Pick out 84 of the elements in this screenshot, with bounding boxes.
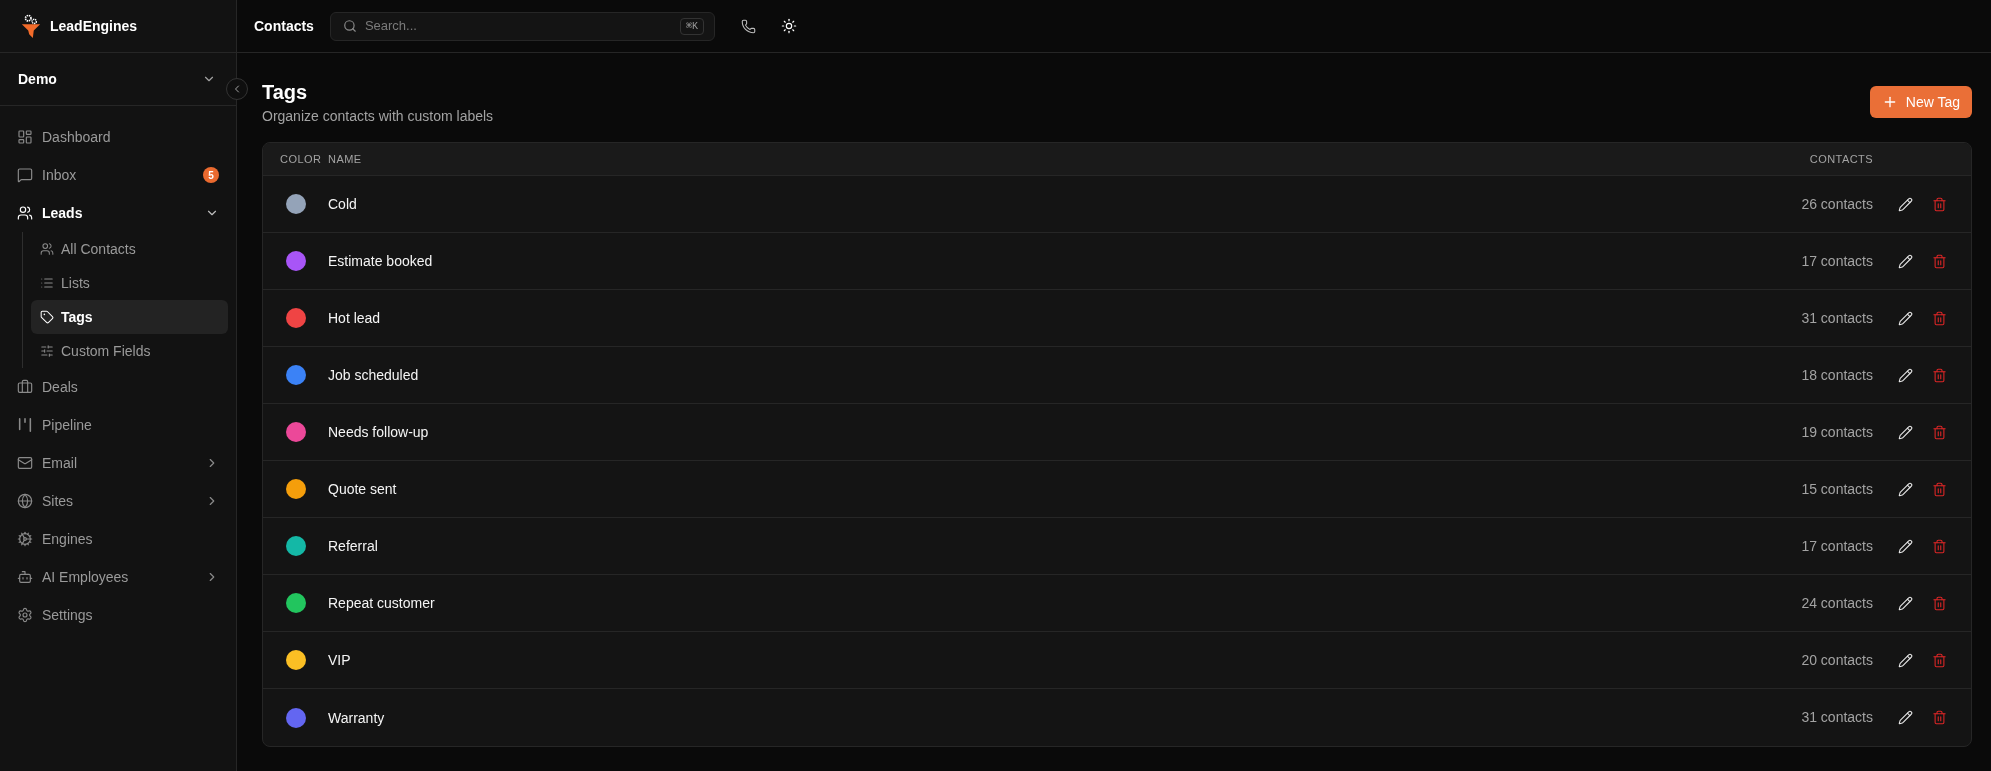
tag-name: Referral [328,538,378,554]
page-section-title: Contacts [254,16,314,36]
trash-icon [1931,310,1947,326]
pencil-icon [1897,481,1913,497]
tag-name: Estimate booked [328,253,433,269]
sidebar-subitem[interactable]: All Contacts [31,232,228,266]
sidebar-item[interactable]: Engines [8,520,228,558]
pencil-icon [1897,595,1913,611]
robot-icon [17,569,33,585]
contact-count: 18 contacts [1801,365,1873,385]
settings-icon [17,607,33,623]
pencil-icon [1897,367,1913,383]
envelope-icon [17,455,33,471]
search-icon [342,19,357,33]
contact-count: 31 contacts [1801,708,1873,727]
tag-name: Hot lead [328,310,381,326]
sidebar-item[interactable]: AI Employees [8,558,228,596]
users-icon [40,242,54,256]
trash-icon [1931,424,1947,440]
column-header: CONTACTS [1809,151,1873,167]
shortcut-key: ⌘K [679,17,704,35]
trash-icon [1931,538,1947,554]
tag-name: Needs follow-up [328,424,429,440]
contact-count: 26 contacts [1801,194,1873,214]
sidebar-item[interactable]: Email [8,444,228,482]
trash-icon [1931,652,1947,668]
globe-icon [17,493,33,509]
contact-count: 17 contacts [1801,536,1873,556]
cog-icon [17,531,33,547]
contact-count: 15 contacts [1801,479,1873,499]
search-field[interactable]: Search... ⌘K [329,11,715,41]
sidebar-item[interactable]: Leads [8,194,228,232]
sidebar-item[interactable]: Sites [8,482,228,520]
tag-name: Cold [328,196,357,212]
contact-count: 17 contacts [1801,251,1873,271]
page-title: Tags [262,80,309,105]
trash-icon [1931,595,1947,611]
pencil-icon [1897,424,1913,440]
tag-icon [40,310,54,324]
pencil-icon [1897,253,1913,269]
collapse-sidebar-button[interactable] [226,78,248,100]
trash-icon [1931,253,1947,269]
trash-icon [1931,481,1947,497]
contact-count: 24 contacts [1801,593,1873,613]
trash-icon [1931,367,1947,383]
page-subtitle: Organize contacts with custom labels [262,107,494,126]
sidebar-item[interactable]: Inbox 5 [8,156,228,194]
unread-count-badge: 5 [203,167,219,183]
tag-name: Job scheduled [328,367,419,383]
phone-icon [741,18,757,34]
users-icon [17,205,33,221]
pencil-icon [1897,538,1913,554]
column-header: COLOR [280,152,322,165]
sidebar-subitem[interactable]: Lists [31,266,228,300]
sidebar-subitem[interactable]: Custom Fields [31,334,228,368]
contact-count: 20 contacts [1801,650,1873,670]
pencil-icon [1897,710,1913,725]
sidebar-item[interactable]: Pipeline [8,406,228,444]
sun-icon [780,18,797,34]
search-input[interactable]: Search... [364,16,672,36]
tag-name: Warranty [328,709,385,726]
pencil-icon [1897,310,1913,326]
pencil-icon [1897,196,1913,212]
sidebar-item[interactable]: Dashboard [8,118,228,156]
pencil-icon [1897,652,1913,668]
grid-icon [17,129,33,145]
contact-count: 19 contacts [1801,422,1873,442]
briefcase-icon [17,379,33,395]
tag-name: Repeat customer [328,595,435,611]
chat-bubble-icon [17,167,33,183]
sliders-icon [40,344,54,358]
list-icon [40,276,54,290]
app-name: LeadEngines [50,16,138,36]
funnel-logo-icon [20,13,42,39]
column-header: NAME [328,152,362,165]
bars-icon [17,417,33,433]
tag-name: VIP [328,652,351,668]
sidebar-subitem[interactable]: Tags [31,300,228,334]
trash-icon [1931,710,1947,725]
trash-icon [1931,196,1947,212]
tag-name: Quote sent [328,481,397,497]
contact-count: 31 contacts [1801,308,1873,328]
sidebar-item[interactable]: Deals [8,368,228,406]
sidebar-item[interactable]: Settings [8,596,228,634]
